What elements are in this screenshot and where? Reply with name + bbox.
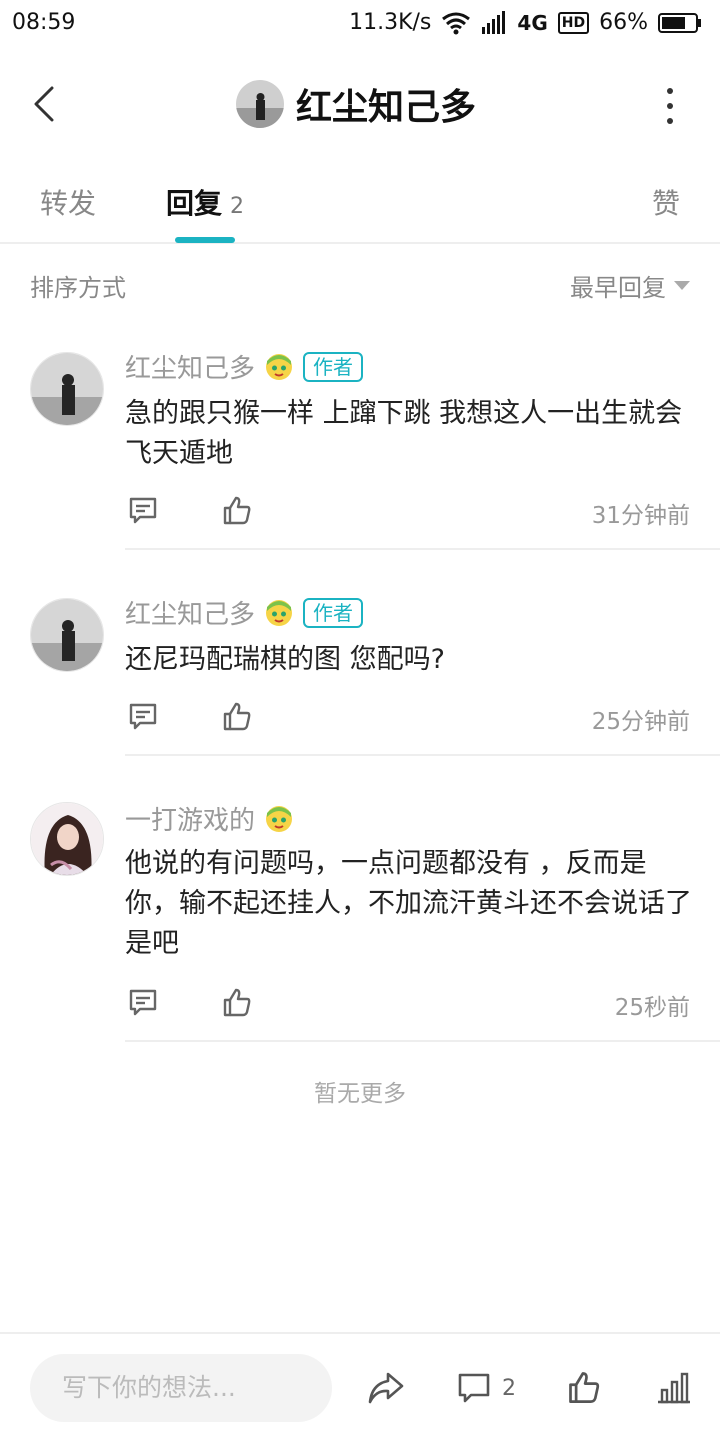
network-speed: 11.3K/s bbox=[349, 10, 432, 35]
comment-text: 他说的有问题吗，一点问题都没有 ，反而是你，输不起还挂人，不加流汗黄斗还不会说话… bbox=[125, 848, 692, 959]
thumbs-up-icon bbox=[569, 1372, 600, 1403]
comment-time: 25分钟前 bbox=[591, 709, 690, 735]
like-button[interactable] bbox=[221, 700, 253, 736]
like-button[interactable] bbox=[221, 494, 253, 530]
tab-replies-label: 回复 bbox=[166, 187, 223, 220]
share-icon bbox=[368, 1372, 404, 1404]
comment-text: 还尼玛配瑞棋的图 您配吗? bbox=[125, 644, 445, 675]
comment-input[interactable]: 写下你的想法... bbox=[30, 1354, 332, 1422]
stats-button[interactable] bbox=[656, 1370, 692, 1410]
comment-time: 31分钟前 bbox=[591, 503, 690, 529]
like-button[interactable] bbox=[221, 986, 253, 1022]
comment-author-row: 红尘知己多 作者 bbox=[125, 348, 364, 385]
more-button[interactable] bbox=[660, 88, 680, 124]
tab-likes-label: 赞 bbox=[652, 187, 681, 220]
comment-author-row: 一打游戏的 bbox=[125, 800, 295, 837]
comment-author-row: 红尘知己多 作者 bbox=[125, 594, 364, 631]
page-title: 红尘知己多 bbox=[296, 87, 477, 128]
battery-percent: 66% bbox=[599, 10, 648, 35]
tab-forward-label: 转发 bbox=[40, 187, 97, 220]
thumbs-up-icon bbox=[223, 496, 251, 525]
status-bar: 08:59 11.3K/s 4G HD 66% bbox=[0, 0, 720, 50]
level-medal-icon bbox=[266, 805, 293, 832]
level-medal-icon bbox=[266, 599, 293, 626]
more-dots-icon bbox=[667, 88, 673, 94]
tab-likes[interactable]: 赞 bbox=[652, 182, 680, 222]
hd-badge: HD bbox=[557, 11, 590, 34]
sort-value: 最早回复 bbox=[570, 274, 666, 302]
header: 红尘知己多 bbox=[0, 50, 720, 160]
reply-button[interactable] bbox=[127, 986, 159, 1022]
no-more-text: 暂无更多 bbox=[314, 1081, 406, 1107]
avatar[interactable] bbox=[236, 80, 284, 128]
comment-icon bbox=[458, 1373, 490, 1403]
comment-actions: 31分钟前 bbox=[125, 494, 690, 530]
bar-chart-icon bbox=[658, 1372, 690, 1404]
sort-label: 排序方式 bbox=[30, 274, 126, 302]
comment-text: 急的跟只猴一样 上蹿下跳 我想这人一出生就会飞天遁地 bbox=[125, 398, 683, 469]
chevron-left-icon bbox=[34, 86, 54, 122]
tab-replies-count: 2 bbox=[230, 194, 245, 219]
sort-dropdown[interactable]: 最早回复 bbox=[570, 268, 690, 303]
screen: 08:59 11.3K/s 4G HD 66% 红尘知己多 转发 回复 2 赞 … bbox=[0, 0, 720, 1440]
thumbs-up-icon bbox=[223, 988, 251, 1017]
sort-row: 排序方式 最早回复 bbox=[30, 268, 690, 304]
status-right: 11.3K/s 4G HD 66% bbox=[349, 10, 702, 35]
comment-time: 25秒前 bbox=[614, 995, 690, 1021]
author-badge: 作者 bbox=[303, 351, 364, 382]
author-badge: 作者 bbox=[303, 597, 364, 628]
level-medal-icon bbox=[266, 353, 293, 380]
network-type: 4G bbox=[517, 10, 548, 35]
comments-button[interactable]: 2 bbox=[456, 1370, 516, 1406]
avatar[interactable] bbox=[30, 352, 104, 426]
comment-count: 2 bbox=[502, 1375, 516, 1401]
bottom-bar: 写下你的想法... 2 bbox=[0, 1332, 720, 1440]
divider bbox=[125, 754, 720, 756]
caret-down-icon bbox=[674, 280, 690, 290]
avatar[interactable] bbox=[30, 598, 104, 672]
wifi-icon bbox=[441, 11, 471, 35]
comment-author[interactable]: 红尘知己多 bbox=[125, 348, 255, 385]
tab-forward[interactable]: 转发 bbox=[40, 182, 96, 222]
reply-button[interactable] bbox=[127, 700, 159, 736]
tab-replies[interactable]: 回复 2 bbox=[166, 182, 244, 222]
signal-icon bbox=[481, 10, 507, 35]
comment-actions: 25分钟前 bbox=[125, 700, 690, 736]
divider bbox=[125, 548, 720, 550]
share-button[interactable] bbox=[366, 1370, 406, 1410]
back-button[interactable] bbox=[28, 82, 60, 126]
like-button[interactable] bbox=[566, 1368, 602, 1410]
comment-author[interactable]: 一打游戏的 bbox=[125, 800, 255, 837]
tab-bar: 转发 回复 2 赞 bbox=[0, 160, 720, 244]
divider bbox=[125, 1040, 720, 1042]
comment-icon bbox=[129, 497, 157, 524]
title-group[interactable]: 红尘知己多 bbox=[236, 78, 476, 130]
comment-actions: 25秒前 bbox=[125, 986, 690, 1022]
comment-icon bbox=[129, 703, 157, 730]
avatar[interactable] bbox=[30, 802, 104, 876]
battery-icon bbox=[658, 12, 702, 34]
status-time: 08:59 bbox=[12, 10, 76, 35]
comment-icon bbox=[129, 989, 157, 1016]
active-tab-indicator bbox=[175, 237, 235, 243]
reply-button[interactable] bbox=[127, 494, 159, 530]
comment-author[interactable]: 红尘知己多 bbox=[125, 594, 255, 631]
thumbs-up-icon bbox=[223, 702, 251, 731]
